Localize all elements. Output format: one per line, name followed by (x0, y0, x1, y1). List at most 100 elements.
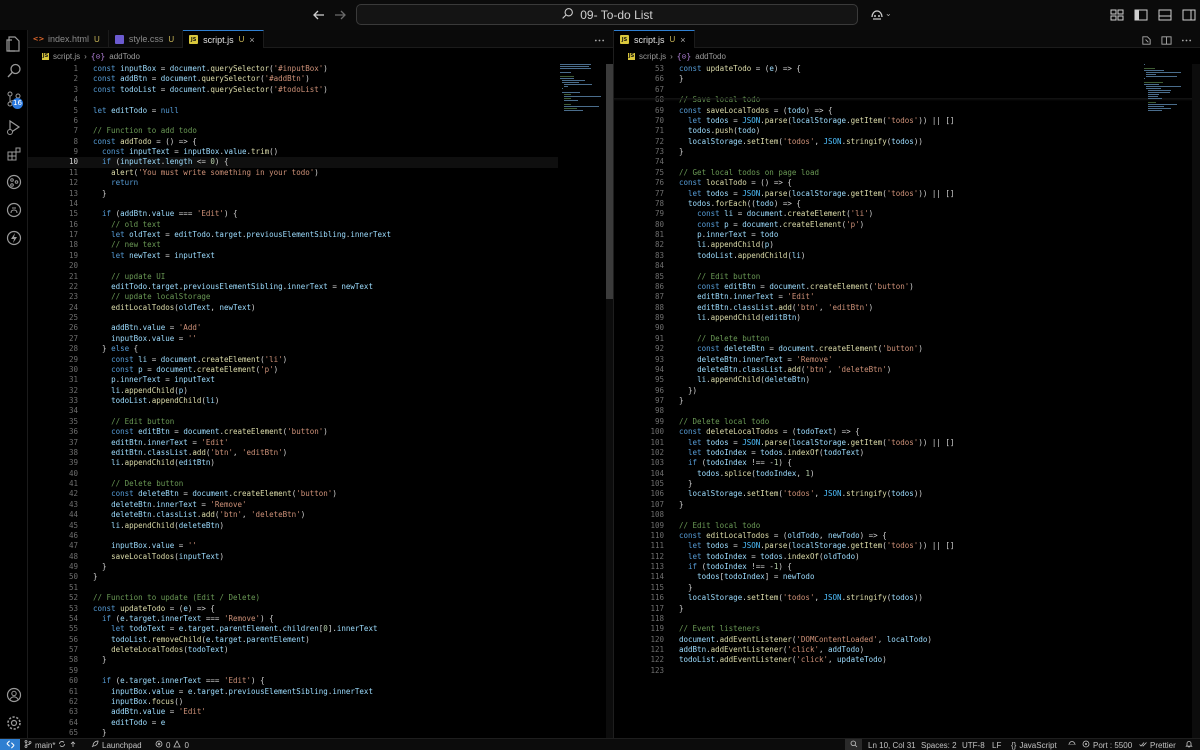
code-line[interactable]: 2 const addBtn = document.querySelector('… (28, 74, 558, 84)
code-line[interactable]: 65 } (28, 728, 558, 738)
breadcrumb-symbol[interactable]: addTodo (695, 52, 726, 61)
code-line[interactable]: 26 addBtn.value = 'Add' (28, 323, 558, 333)
code-line[interactable]: 10 if (inputText.length <= 0) { (28, 157, 558, 168)
code-line[interactable]: 89 li.appendChild(editBtn) (614, 313, 1144, 323)
code-line[interactable]: 91 // Delete button (614, 334, 1144, 344)
code-line[interactable]: 63 addBtn.value = 'Edit' (28, 707, 558, 717)
code-line[interactable]: 11 alert('You must write something in yo… (28, 168, 558, 178)
code-line[interactable]: 58 } (28, 655, 558, 665)
code-line[interactable]: 105 } (614, 479, 1144, 489)
code-line[interactable]: 90 (614, 323, 1144, 333)
settings-gear-icon[interactable] (5, 714, 23, 732)
code-line[interactable]: 3 const todoList = document.querySelector… (28, 85, 558, 95)
code-line[interactable]: 16 // old text (28, 220, 558, 230)
toggle-secondary-sidebar-icon[interactable] (1181, 7, 1197, 23)
code-line[interactable]: 45 li.appendChild(deleteBtn) (28, 521, 558, 531)
code-line[interactable]: 111 let todos = JSON.parse(localStorage.… (614, 541, 1144, 551)
code-line[interactable]: 40 (28, 469, 558, 479)
publish-icon[interactable] (69, 740, 77, 750)
code-line[interactable]: 5 let editTodo = null (28, 106, 558, 116)
code-line[interactable]: 28 } else { (28, 344, 558, 354)
indentation[interactable]: Spaces: 2 (921, 739, 957, 750)
code-line[interactable]: 102 let todoIndex = todos.indexOf(todoTe… (614, 448, 1144, 458)
live-server-port[interactable]: Port : 5500 (1082, 739, 1132, 750)
code-line[interactable]: 32 li.appendChild(p) (28, 386, 558, 396)
prettier-status[interactable]: Prettier (1139, 739, 1176, 750)
code-line[interactable]: 21 // update UI (28, 272, 558, 282)
forward-arrow-icon[interactable] (332, 7, 348, 23)
code-line[interactable]: 110 const editLocalTodos = (oldTodo, newT… (614, 531, 1144, 541)
code-line[interactable]: 50} (28, 572, 558, 582)
code-line[interactable]: 118 (614, 614, 1144, 624)
code-line[interactable]: 64 editTodo = e (28, 718, 558, 728)
code-line[interactable]: 66} (614, 74, 1144, 84)
launchpad-item[interactable]: Launchpad (91, 739, 142, 750)
vertical-scrollbar[interactable] (1192, 64, 1200, 738)
code-line[interactable]: 39 li.appendChild(editBtn) (28, 458, 558, 468)
scrollbar-thumb[interactable] (606, 64, 613, 299)
customize-layout-icon[interactable] (1109, 7, 1125, 23)
code-line[interactable]: 4 (28, 95, 558, 105)
remote-indicator[interactable] (0, 739, 20, 750)
code-line[interactable]: 83 todoList.appendChild(li) (614, 251, 1144, 261)
code-line[interactable]: 72 localStorage.setItem('todos', JSON.st… (614, 137, 1144, 147)
code-line[interactable]: 88 editBtn.classList.add('btn', 'editBtn… (614, 303, 1144, 313)
code-line[interactable]: 87 editBtn.innerText = 'Edit' (614, 292, 1144, 302)
code-line[interactable]: 73} (614, 147, 1144, 157)
code-line[interactable]: 61 inputBox.value = e.target.previousEle… (28, 687, 558, 697)
code-line[interactable]: 82 li.appendChild(p) (614, 240, 1144, 250)
code-line[interactable]: 123 (614, 666, 1144, 676)
code-line[interactable]: 15 if (addBtn.value === 'Edit') { (28, 209, 558, 219)
code-line[interactable]: 53 const updateTodo = (e) => { (28, 604, 558, 614)
code-line[interactable]: 6 (28, 116, 558, 126)
close-tab-icon[interactable]: × (680, 35, 685, 45)
code-line[interactable]: 18 // new text (28, 240, 558, 250)
code-line[interactable]: 80 const p = document.createElement('p') (614, 220, 1144, 230)
code-line[interactable]: 113 if (todoIndex !== -1) { (614, 562, 1144, 572)
code-line[interactable]: 109 // Edit local todo (614, 521, 1144, 531)
code-line[interactable]: 51 (28, 583, 558, 593)
code-line[interactable]: 55 let todoText = e.target.parentElement… (28, 624, 558, 634)
tab-script-js[interactable]: JS script.js U × (614, 30, 695, 48)
code-line[interactable]: 86 const editBtn = document.createElemen… (614, 282, 1144, 292)
code-line[interactable]: 96 }) (614, 386, 1144, 396)
code-line[interactable]: 115 } (614, 583, 1144, 593)
breadcrumb-symbol[interactable]: addTodo (109, 52, 140, 61)
code-line[interactable]: 17 let oldText = editTodo.target.previou… (28, 230, 558, 240)
account-icon[interactable] (5, 686, 23, 704)
code-editor[interactable]: 1 const inputBox = document.querySelector… (28, 64, 558, 738)
code-line[interactable]: 106 localStorage.setItem('todos', JSON.s… (614, 489, 1144, 499)
code-line[interactable]: 99 // Delete local todo (614, 417, 1144, 427)
code-line[interactable]: 42 const deleteBtn = document.createElem… (28, 489, 558, 499)
code-line[interactable]: 114 todos[todoIndex] = newTodo (614, 572, 1144, 582)
code-line[interactable]: 30 const p = document.createElement('p') (28, 365, 558, 375)
search-icon[interactable] (5, 62, 23, 80)
problems-item[interactable]: 0 0 (155, 739, 189, 750)
code-line[interactable]: 94 deleteBtn.classList.add('btn', 'delet… (614, 365, 1144, 375)
code-line[interactable]: 47 inputBox.value = '' (28, 541, 558, 551)
code-line[interactable]: 22 editTodo.target.previousElementSiblin… (28, 282, 558, 292)
code-line[interactable]: 78 todos.forEach((todo) => { (614, 199, 1144, 209)
code-line[interactable]: 34 (28, 406, 558, 416)
command-center-search[interactable]: 09- To-do List (356, 4, 858, 25)
code-line[interactable]: 97} (614, 396, 1144, 406)
code-line[interactable]: 92 const deleteBtn = document.createElem… (614, 344, 1144, 354)
more-actions-icon[interactable] (594, 33, 605, 51)
code-line[interactable]: 119 // Event listeners (614, 624, 1144, 634)
code-line[interactable]: 36 const editBtn = document.createElemen… (28, 427, 558, 437)
code-line[interactable]: 7 // Function to add todo (28, 126, 558, 136)
breadcrumb-file[interactable]: script.js (53, 52, 80, 61)
code-line[interactable]: 100 const deleteLocalTodos = (todoText) =… (614, 427, 1144, 437)
sticky-scroll-line[interactable]: 53 const updateTodo = (e) => { (614, 64, 1144, 74)
code-line[interactable]: 24 editLocalTodos(oldText, newText) (28, 303, 558, 313)
sync-icon[interactable] (58, 740, 66, 750)
code-line[interactable]: 101 let todos = JSON.parse(localStorage.… (614, 438, 1144, 448)
github-icon[interactable] (5, 201, 23, 219)
code-line[interactable]: 71 todos.push(todo) (614, 126, 1144, 136)
close-tab-icon[interactable]: × (249, 35, 254, 45)
toggle-primary-sidebar-icon[interactable] (1133, 7, 1149, 23)
explorer-icon[interactable] (5, 35, 23, 53)
code-line[interactable]: 41 // Delete button (28, 479, 558, 489)
extensions-icon[interactable] (5, 145, 23, 163)
code-line[interactable]: 93 deleteBtn.innerText = 'Remove' (614, 355, 1144, 365)
